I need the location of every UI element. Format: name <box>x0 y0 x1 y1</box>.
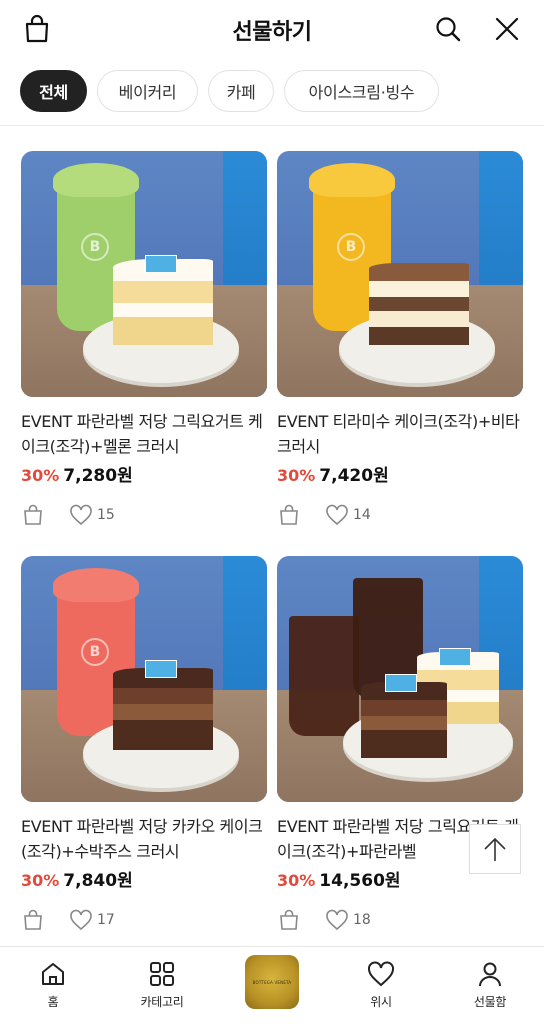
product-price: 7,420원 <box>319 466 389 486</box>
cake-slice <box>369 259 469 345</box>
product-image[interactable]: B <box>21 556 267 802</box>
nav-label: 카테고리 <box>140 995 184 1009</box>
product-image[interactable] <box>277 556 523 802</box>
drink-topping <box>53 568 139 602</box>
tab-all[interactable]: 전체 <box>20 70 87 112</box>
product-price: 14,560원 <box>319 871 401 891</box>
discount-rate: 30% <box>277 466 316 485</box>
product-image[interactable]: B <box>277 151 523 397</box>
like-count: 15 <box>97 507 115 523</box>
product-title[interactable]: EVENT 파란라벨 저당 그릭요거트 케이크(조각)+멜론 크러시 <box>21 409 267 459</box>
cart-icon[interactable] <box>21 908 45 932</box>
cup-logo-icon: B <box>337 233 365 261</box>
cup-logo-icon: B <box>81 233 109 261</box>
cake-tag <box>439 648 471 666</box>
user-icon <box>475 959 505 989</box>
heart-icon <box>366 959 396 989</box>
nav-category[interactable]: 카테고리 <box>117 959 207 1010</box>
brand-banner-button[interactable]: BOTTEGA VENETA <box>245 955 299 1009</box>
home-icon <box>38 959 68 989</box>
iced-coffee-cup <box>289 616 359 736</box>
product-actions: 15 <box>21 503 267 527</box>
tab-bakery[interactable]: 베이커리 <box>97 70 198 112</box>
nav-home[interactable]: 홈 <box>8 959 98 1010</box>
drink-topping <box>309 163 395 197</box>
product-card[interactable]: B EVENT 티라미수 케이크(조각)+비타 크러시 30% 7,420원 1… <box>277 151 523 527</box>
cake-tag <box>385 674 417 692</box>
product-card[interactable]: B EVENT 파란라벨 저당 그릭요거트 케이크(조각)+멜론 크러시 30%… <box>21 151 267 527</box>
discount-rate: 30% <box>21 466 60 485</box>
bottom-nav: 홈 카테고리 BOTTEGA VENETA 위시 선물함 <box>0 946 544 1024</box>
cart-icon[interactable] <box>21 503 45 527</box>
nav-wish[interactable]: 위시 <box>336 959 426 1010</box>
drink-topping <box>53 163 139 197</box>
price-row: 30% 7,420원 <box>277 461 523 487</box>
discount-rate: 30% <box>277 871 316 890</box>
product-price: 7,840원 <box>63 871 133 891</box>
brand-logo-text: BOTTEGA VENETA <box>252 979 292 985</box>
heart-icon[interactable] <box>69 908 93 932</box>
scroll-top-button[interactable] <box>469 824 521 874</box>
nav-label: 선물함 <box>473 995 507 1009</box>
cake-slice <box>361 682 447 758</box>
cart-icon[interactable] <box>277 503 301 527</box>
cake-tag <box>145 660 177 678</box>
grid-icon <box>147 959 177 989</box>
product-price: 7,280원 <box>63 466 133 486</box>
discount-rate: 30% <box>21 871 60 890</box>
product-card[interactable]: B EVENT 파란라벨 저당 카카오 케이크(조각)+수박주스 크러시 30%… <box>21 556 267 932</box>
price-row: 30% 7,280원 <box>21 461 267 487</box>
like-count: 17 <box>97 912 115 928</box>
cake-tag <box>145 255 177 273</box>
nav-label: 위시 <box>370 995 392 1009</box>
product-title[interactable]: EVENT 티라미수 케이크(조각)+비타 크러시 <box>277 409 523 459</box>
nav-label: 홈 <box>47 995 59 1009</box>
tab-icecream[interactable]: 아이스크림·빙수 <box>284 70 439 112</box>
product-actions: 18 <box>277 908 523 932</box>
category-tabs: 전체 베이커리 카페 아이스크림·빙수 <box>0 70 544 114</box>
cart-icon[interactable] <box>277 908 301 932</box>
cup-logo-icon: B <box>81 638 109 666</box>
product-actions: 14 <box>277 503 523 527</box>
app-header: 선물하기 <box>0 0 544 58</box>
like-count: 14 <box>353 507 371 523</box>
product-card[interactable]: EVENT 파란라벨 저당 그릭요거트 케이크(조각)+파란라벨 30% 14,… <box>277 556 523 932</box>
product-image[interactable]: B <box>21 151 267 397</box>
header-divider <box>0 125 544 126</box>
tab-cafe[interactable]: 카페 <box>208 70 274 112</box>
heart-icon[interactable] <box>325 503 349 527</box>
heart-icon[interactable] <box>69 503 93 527</box>
like-count: 18 <box>353 912 371 928</box>
product-actions: 17 <box>21 908 267 932</box>
close-icon[interactable] <box>491 13 523 45</box>
search-icon[interactable] <box>432 13 464 45</box>
heart-icon[interactable] <box>325 908 349 932</box>
price-row: 30% 7,840원 <box>21 866 267 892</box>
arrow-up-icon <box>484 837 506 861</box>
nav-giftbox[interactable]: 선물함 <box>445 959 535 1010</box>
product-title[interactable]: EVENT 파란라벨 저당 카카오 케이크(조각)+수박주스 크러시 <box>21 814 267 864</box>
